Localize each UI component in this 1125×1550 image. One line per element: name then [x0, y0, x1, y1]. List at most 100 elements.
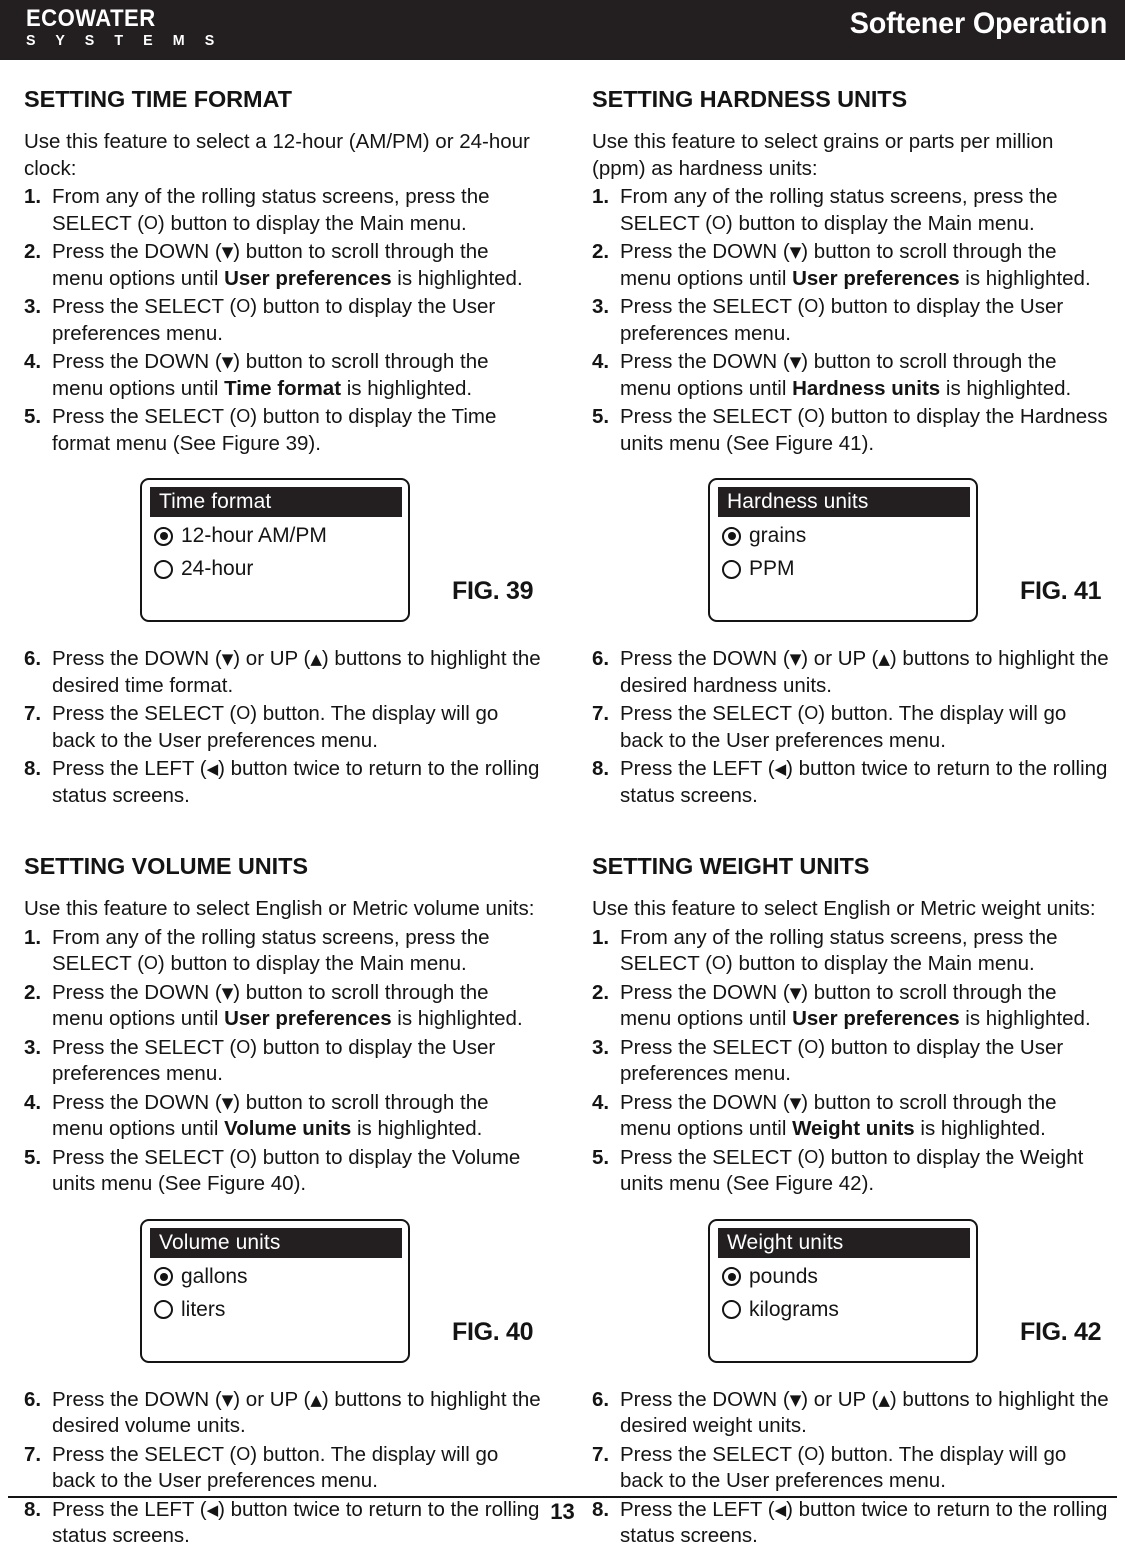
radio-selected-icon[interactable] — [722, 1267, 741, 1286]
screen-title-bar: Weight units — [718, 1227, 970, 1258]
step-number: 1. — [24, 185, 42, 208]
step-number: 1. — [592, 185, 610, 208]
menu-option-name: Volume units — [224, 1117, 352, 1140]
step-number: 5. — [592, 1145, 610, 1169]
select-circle-icon: O — [236, 703, 251, 723]
instruction-step: 3. Press the SELECT (O) button to display… — [24, 1035, 496, 1086]
screen-option-label: kilograms — [749, 1297, 839, 1321]
step-number: 1. — [24, 925, 42, 949]
down-arrow-icon: ▼ — [789, 650, 802, 668]
left-arrow-icon: ◀ — [774, 760, 787, 778]
instruction-step: 7. Press the SELECT (O) button. The displ… — [592, 1442, 1067, 1493]
step-number: 3. — [24, 1035, 42, 1059]
radio-selected-icon[interactable] — [154, 526, 173, 546]
display-screen-mockup: Weight units pounds kilograms — [708, 1218, 978, 1363]
instruction-step: 1. From any of the rolling status screens… — [592, 185, 1058, 235]
screen-radio-option[interactable]: kilograms — [722, 1298, 839, 1322]
down-arrow-icon: ▼ — [789, 1390, 802, 1409]
step-number: 2. — [24, 240, 42, 263]
radio-unselected-icon[interactable] — [154, 559, 173, 579]
down-arrow-icon: ▼ — [221, 983, 234, 1002]
instruction-step: 5. Press the SELECT (O) button to display… — [592, 405, 1108, 455]
down-arrow-icon: ▼ — [221, 1390, 234, 1409]
instruction-step: 7. Press the SELECT (O) button. The displ… — [592, 702, 1067, 752]
step-number: 8. — [592, 757, 610, 780]
select-circle-icon: O — [236, 1036, 251, 1057]
instruction-step: 5. Press the SELECT (O) button to display… — [592, 1145, 1084, 1196]
down-arrow-icon: ▼ — [789, 1093, 802, 1112]
screen-radio-option[interactable]: pounds — [722, 1265, 818, 1289]
radio-unselected-icon[interactable] — [154, 1300, 173, 1319]
step-number: 7. — [24, 702, 42, 725]
instruction-step: 2. Press the DOWN (▼) button to scroll th… — [24, 240, 523, 290]
page-header: ECOWATER S Y S T E M S Softener Operatio… — [0, 0, 1125, 60]
screen-radio-option[interactable]: gallons — [154, 1265, 248, 1289]
step-number: 7. — [592, 1442, 610, 1466]
step-number: 8. — [24, 757, 42, 780]
step-number: 5. — [24, 405, 42, 428]
instruction-steps-pre: 1. From any of the rolling status screens… — [24, 925, 544, 1198]
screen-radio-option[interactable]: grains — [722, 524, 806, 548]
radio-unselected-icon[interactable] — [722, 559, 741, 579]
screen-option-label: gallons — [181, 1264, 248, 1288]
radio-unselected-icon[interactable] — [722, 1300, 741, 1319]
screen-radio-option[interactable]: 24-hour — [154, 557, 253, 581]
page-number: 13 — [550, 1499, 575, 1524]
instruction-step: 1. From any of the rolling status screens… — [24, 925, 490, 976]
instruction-steps-post: 6. Press the DOWN (▼) or UP (▲) buttons t… — [24, 646, 544, 809]
instruction-step: 2. Press the DOWN (▼) button to scroll th… — [24, 980, 523, 1031]
select-circle-icon: O — [804, 1443, 819, 1464]
up-arrow-icon: ▲ — [878, 1390, 890, 1409]
step-number: 7. — [592, 702, 610, 725]
down-arrow-icon: ▼ — [789, 983, 802, 1002]
section-heading: SETTING VOLUME UNITS — [24, 853, 308, 879]
step-number: 4. — [24, 350, 42, 373]
radio-selected-icon[interactable] — [722, 526, 741, 546]
section-heading: SETTING WEIGHT UNITS — [592, 853, 870, 879]
select-circle-icon: O — [804, 703, 819, 723]
step-number: 3. — [592, 1035, 610, 1059]
select-circle-icon: O — [804, 296, 819, 316]
screen-option-label: PPM — [749, 557, 795, 580]
select-circle-icon: O — [711, 212, 726, 233]
instruction-step: 3. Press the SELECT (O) button to display… — [24, 295, 496, 345]
menu-option-name: User preferences — [792, 266, 960, 290]
step-number: 1. — [592, 925, 610, 949]
screen-radio-option[interactable]: PPM — [722, 557, 795, 581]
logo-brand-subtitle: S Y S T E M S — [26, 32, 223, 49]
select-circle-icon: O — [236, 1146, 251, 1167]
radio-selected-icon[interactable] — [154, 1267, 173, 1286]
step-number: 2. — [592, 980, 610, 1004]
figure: Hardness units grains PPM FIG. 41 — [592, 469, 1112, 644]
figure: Time format 12-hour AM/PM 24-hour FIG. 39 — [24, 469, 544, 644]
step-number: 4. — [24, 1090, 42, 1114]
instruction-step: 5. Press the SELECT (O) button to display… — [24, 1145, 521, 1196]
instruction-step: 4. Press the DOWN (▼) button to scroll th… — [592, 1090, 1057, 1141]
section-intro-text: Use this feature to select English or Me… — [24, 897, 535, 920]
down-arrow-icon: ▼ — [789, 353, 802, 371]
select-circle-icon: O — [236, 1443, 251, 1464]
instruction-step: 6. Press the DOWN (▼) or UP (▲) buttons t… — [592, 647, 1109, 697]
screen-radio-option[interactable]: 12-hour AM/PM — [154, 524, 327, 548]
instruction-step: 3. Press the SELECT (O) button to display… — [592, 295, 1064, 345]
screen-title-bar: Volume units — [150, 1227, 402, 1258]
select-circle-icon: O — [143, 212, 158, 233]
step-number: 6. — [24, 1387, 42, 1411]
up-arrow-icon: ▲ — [310, 650, 322, 668]
instruction-step: 2. Press the DOWN (▼) button to scroll th… — [592, 240, 1091, 290]
page-title: Softener Operation — [849, 7, 1108, 40]
instruction-step: 4. Press the DOWN (▼) button to scroll th… — [592, 350, 1072, 400]
logo-brand-name: ECOWATER — [26, 5, 156, 32]
screen-radio-option[interactable]: liters — [154, 1298, 225, 1322]
step-number: 3. — [24, 295, 42, 318]
menu-option-name: User preferences — [224, 266, 392, 290]
figure: Volume units gallons liters FIG. 40 — [24, 1210, 544, 1385]
menu-option-name: Weight units — [792, 1117, 915, 1140]
step-number: 5. — [24, 1145, 42, 1169]
left-column: SETTING TIME FORMAT Use this feature to s… — [24, 60, 544, 1550]
menu-option-name: Hardness units — [792, 376, 941, 400]
instruction-steps-pre: 1. From any of the rolling status screens… — [592, 184, 1112, 457]
ecowater-logo: ECOWATER S Y S T E M S — [26, 5, 233, 50]
